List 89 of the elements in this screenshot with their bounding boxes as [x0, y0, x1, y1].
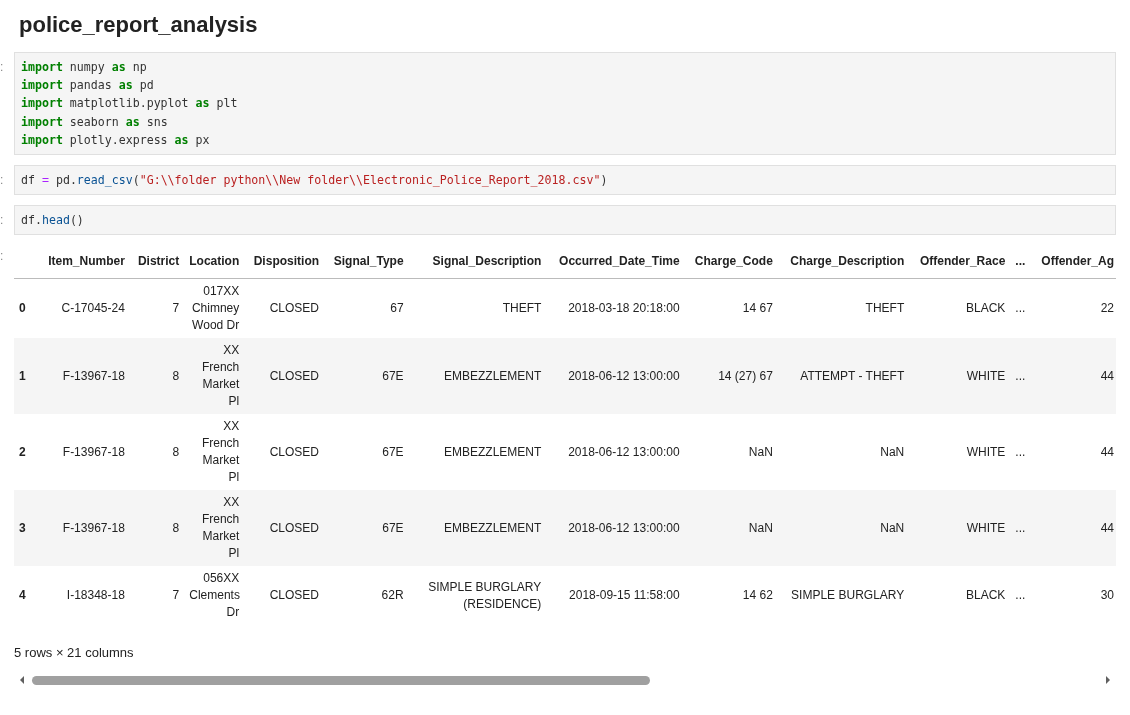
table-cell: WHITE: [909, 414, 1011, 491]
table-cell: BLACK: [909, 278, 1011, 339]
table-cell: 2018-09-15 11:58:00: [546, 566, 685, 626]
table-cell: 2018-06-12 13:00:00: [546, 338, 685, 415]
table-cell: F-13967-18: [38, 338, 130, 415]
row-index: 2: [14, 414, 38, 491]
shape-text: 5 rows × 21 columns: [14, 645, 135, 661]
table-cell: 2018-03-18 20:18:00: [546, 278, 685, 339]
table-cell: EMBEZZLEMENT: [408, 338, 547, 415]
table-cell: 8: [129, 490, 185, 567]
column-header: Charge_Code: [684, 245, 778, 279]
table-cell: 8: [129, 338, 185, 415]
row-index: 1: [14, 338, 38, 415]
column-header: Offender_Race: [909, 245, 1011, 279]
table-cell: F-13967-18: [38, 490, 130, 567]
table-cell: 8: [129, 414, 185, 491]
row-index: 3: [14, 490, 38, 567]
table-cell: NaN: [777, 414, 910, 491]
row-index: 0: [14, 278, 38, 339]
table-cell: 056XX Clements Dr: [184, 566, 245, 626]
row-index: 4: [14, 566, 38, 626]
table-cell: 67: [324, 278, 409, 339]
table-cell: 44: [1031, 414, 1116, 491]
column-header: ...: [1010, 245, 1032, 279]
code-cell[interactable]: import numpy as np import pandas as pd import matplotlib.pyplot as plt import seaborn as sns import plotly.express as px: [14, 52, 1116, 155]
table-cell: EMBEZZLEMENT: [408, 414, 547, 491]
table-cell: 2018-06-12 13:00:00: [546, 490, 685, 567]
table-cell: 7: [129, 566, 185, 626]
column-header: Disposition: [244, 245, 325, 279]
table-cell: 14 (27) 67: [684, 338, 778, 415]
table-cell: THEFT: [408, 278, 547, 339]
table-cell: 67E: [324, 490, 409, 567]
table-cell: ...: [1010, 566, 1032, 626]
table-cell: SIMPLE BURGLARY: [777, 566, 910, 626]
table-cell: THEFT: [777, 278, 910, 339]
column-header: Signal_Type: [324, 245, 409, 279]
table-cell: NaN: [684, 490, 778, 567]
table-cell: 62R: [324, 566, 409, 626]
table-cell: 14 67: [684, 278, 778, 339]
scroll-left-icon[interactable]: [18, 675, 26, 686]
cell-prompt: :: [0, 248, 5, 264]
cell-prompt: :: [0, 172, 5, 187]
table-cell: SIMPLE BURGLARY (RESIDENCE): [408, 566, 547, 626]
table-cell: CLOSED: [244, 566, 325, 626]
table-cell: 7: [129, 278, 185, 339]
table-cell: CLOSED: [244, 414, 325, 491]
cell-prompt: :: [0, 212, 5, 228]
table-cell: XX French Market Pl: [184, 490, 245, 567]
table-cell: NaN: [777, 490, 910, 567]
table-cell: CLOSED: [244, 490, 325, 567]
table-cell: 017XX Chimney Wood Dr: [184, 278, 245, 339]
column-header: Location: [184, 245, 245, 279]
column-header: District: [129, 245, 185, 279]
table-cell: CLOSED: [244, 278, 325, 339]
code-cell[interactable]: df = pd.read_csv("G:\\folder python\\New folder\\Electronic_Police_Report_2018.csv"): [14, 165, 1116, 196]
column-header: Signal_Description: [408, 245, 547, 279]
table-cell: 44: [1031, 490, 1116, 567]
table-cell: 44: [1031, 338, 1116, 415]
table-cell: XX French Market Pl: [184, 414, 245, 491]
table-cell: C-17045-24: [38, 278, 130, 339]
table-cell: WHITE: [909, 338, 1011, 415]
table-cell: ATTEMPT - THEFT: [777, 338, 910, 415]
table-cell: 22: [1031, 278, 1116, 339]
table-cell: ...: [1010, 338, 1032, 415]
cell-prompt: :: [0, 59, 5, 74]
table-cell: NaN: [684, 414, 778, 491]
scrollbar-thumb[interactable]: [32, 675, 651, 685]
column-header: Item_Number: [38, 245, 130, 279]
table-cell: ...: [1010, 278, 1032, 339]
table-cell: 2018-06-12 13:00:00: [546, 414, 685, 491]
table-cell: I-18348-18: [38, 566, 130, 626]
table-cell: XX French Market Pl: [184, 338, 245, 415]
table-cell: EMBEZZLEMENT: [408, 490, 547, 567]
column-header: Offender_Ag: [1031, 245, 1116, 279]
table-cell: 30: [1031, 566, 1116, 626]
table-cell: BLACK: [909, 566, 1011, 626]
table-cell: ...: [1010, 414, 1032, 491]
scroll-right-icon[interactable]: [1104, 675, 1112, 686]
table-cell: 14 62: [684, 566, 778, 626]
table-cell: WHITE: [909, 490, 1011, 567]
column-header: Charge_Description: [777, 245, 910, 279]
table-cell: 67E: [324, 414, 409, 491]
code-cell[interactable]: df.head(): [14, 205, 1116, 236]
table-cell: ...: [1010, 490, 1032, 567]
column-header: Occurred_Date_Time: [546, 245, 685, 279]
table-cell: CLOSED: [244, 338, 325, 415]
notebook-title: police_report_analysis: [19, 12, 259, 38]
table-cell: 67E: [324, 338, 409, 415]
table-cell: F-13967-18: [38, 414, 130, 491]
